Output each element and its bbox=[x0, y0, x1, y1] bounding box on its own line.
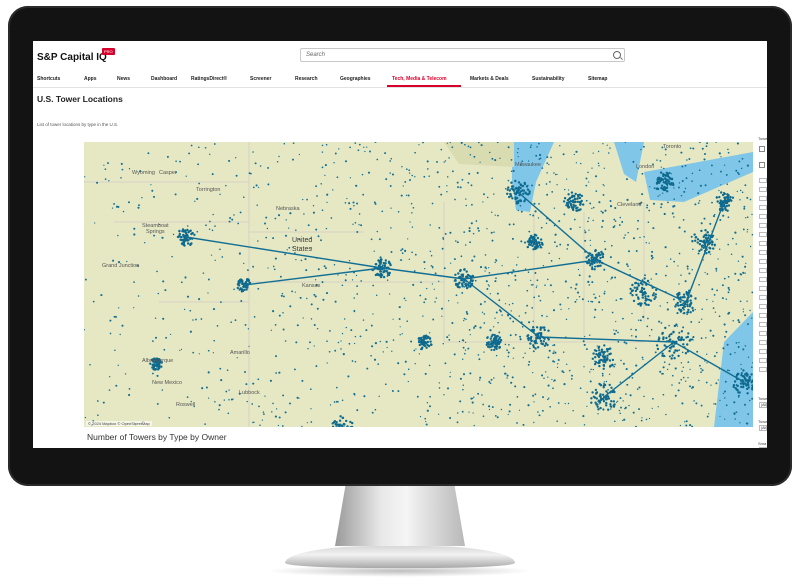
filter-option[interactable] bbox=[759, 214, 767, 219]
map-label: Albuquerque bbox=[142, 358, 174, 364]
monitor-stand-neck bbox=[335, 486, 465, 546]
nav-item-markets-deals[interactable]: Markets & Deals bbox=[470, 76, 509, 82]
screen: S&P Capital IQ PRO Search Shortcuts Apps N… bbox=[33, 41, 767, 448]
filter-option[interactable] bbox=[759, 304, 767, 309]
filter-panel: TowerTowerTowerSmaStro(All(All(All bbox=[755, 136, 767, 448]
map-label: Casper bbox=[159, 170, 177, 176]
map-label: Roswell bbox=[176, 402, 196, 408]
filter-option[interactable] bbox=[759, 232, 767, 237]
map-canvas[interactable] bbox=[84, 142, 753, 427]
filter-option[interactable] bbox=[759, 196, 767, 201]
map-attribution[interactable]: © 2024 Mapbox © OpenStreetMap bbox=[86, 421, 152, 426]
filter-option[interactable] bbox=[759, 178, 767, 183]
filter-option[interactable] bbox=[759, 322, 767, 327]
filter-option[interactable] bbox=[759, 295, 767, 300]
filter-option[interactable] bbox=[759, 286, 767, 291]
filter-option[interactable] bbox=[759, 187, 767, 192]
nav-item-ratingsdirect-[interactable]: RatingsDirect® bbox=[191, 76, 227, 82]
filter-option[interactable] bbox=[759, 259, 767, 264]
filter-option[interactable] bbox=[759, 313, 767, 318]
header: S&P Capital IQ PRO Search bbox=[33, 41, 767, 71]
nav-item-research[interactable]: Research bbox=[295, 76, 318, 82]
filter-label: Sma bbox=[758, 441, 767, 446]
filter-option[interactable] bbox=[759, 268, 767, 273]
map-label: Nebraska bbox=[276, 206, 300, 212]
search-placeholder: Search bbox=[306, 52, 326, 58]
filter-dropdown[interactable]: (All bbox=[759, 447, 767, 448]
filter-label: Tower bbox=[758, 136, 767, 141]
filter-option[interactable] bbox=[759, 205, 767, 210]
monitor-stand-base bbox=[285, 546, 515, 568]
filter-checkbox[interactable] bbox=[759, 146, 765, 152]
map-label: London bbox=[636, 164, 655, 170]
filter-option[interactable] bbox=[759, 340, 767, 345]
filter-option[interactable] bbox=[759, 250, 767, 255]
nav-item-news[interactable]: News bbox=[117, 76, 130, 82]
map-label: Springs bbox=[146, 229, 165, 235]
filter-option[interactable] bbox=[759, 223, 767, 228]
map-label: Toronto bbox=[663, 144, 682, 150]
filter-option[interactable] bbox=[759, 241, 767, 246]
search-icon[interactable] bbox=[613, 51, 621, 59]
map-label: Wyoming bbox=[132, 170, 155, 176]
nav-item-sustainability[interactable]: Sustainability bbox=[532, 76, 565, 82]
map-label: Cleveland bbox=[617, 202, 642, 208]
filter-option[interactable] bbox=[759, 358, 767, 363]
tower-map[interactable]: Wyoming Casper Torrington Nebraska Steamboat… bbox=[84, 142, 753, 427]
nav-item-shortcuts[interactable]: Shortcuts bbox=[37, 76, 60, 82]
filter-option[interactable] bbox=[759, 349, 767, 354]
filter-checkbox[interactable] bbox=[759, 162, 765, 168]
app-logo[interactable]: S&P Capital IQ bbox=[37, 52, 107, 63]
active-tab-underline bbox=[387, 85, 461, 87]
map-label: Lubbock bbox=[239, 390, 260, 396]
filter-dropdown[interactable]: (All bbox=[759, 425, 767, 431]
map-label: Amarillo bbox=[230, 350, 250, 356]
filter-dropdown[interactable]: (All bbox=[759, 402, 767, 408]
map-label: New Mexico bbox=[152, 380, 182, 386]
nav-item-geographies[interactable]: Geographies bbox=[340, 76, 371, 82]
map-label: Torrington bbox=[196, 187, 221, 193]
nav-item-tech-media-telecom[interactable]: Tech, Media & Telecom bbox=[392, 76, 447, 82]
nav-item-dashboard[interactable]: Dashboard bbox=[151, 76, 177, 82]
map-label: Milwaukee bbox=[515, 162, 541, 168]
search-input[interactable]: Search bbox=[300, 48, 625, 62]
section-title: Number of Towers by Type by Owner bbox=[87, 432, 227, 442]
nav-item-sitemap[interactable]: Sitemap bbox=[588, 76, 607, 82]
filter-option[interactable] bbox=[759, 367, 767, 372]
main-nav: Shortcuts Apps News Dashboard RatingsDirect®… bbox=[33, 72, 767, 88]
filter-option[interactable] bbox=[759, 277, 767, 282]
filter-label: Tower bbox=[758, 396, 767, 401]
map-label: States bbox=[292, 246, 312, 253]
map-label: Grand Junction bbox=[102, 263, 140, 269]
page-title: U.S. Tower Locations bbox=[37, 94, 123, 104]
filter-option[interactable] bbox=[759, 331, 767, 336]
nav-item-screener[interactable]: Screener bbox=[250, 76, 271, 82]
map-label: United bbox=[292, 237, 313, 244]
map-label: Kansas bbox=[302, 283, 321, 289]
page-subtitle: List of tower locations by type in the U… bbox=[37, 122, 119, 127]
nav-item-apps[interactable]: Apps bbox=[84, 76, 97, 82]
pro-badge: PRO bbox=[102, 48, 115, 55]
filter-label: Tower bbox=[758, 419, 767, 424]
